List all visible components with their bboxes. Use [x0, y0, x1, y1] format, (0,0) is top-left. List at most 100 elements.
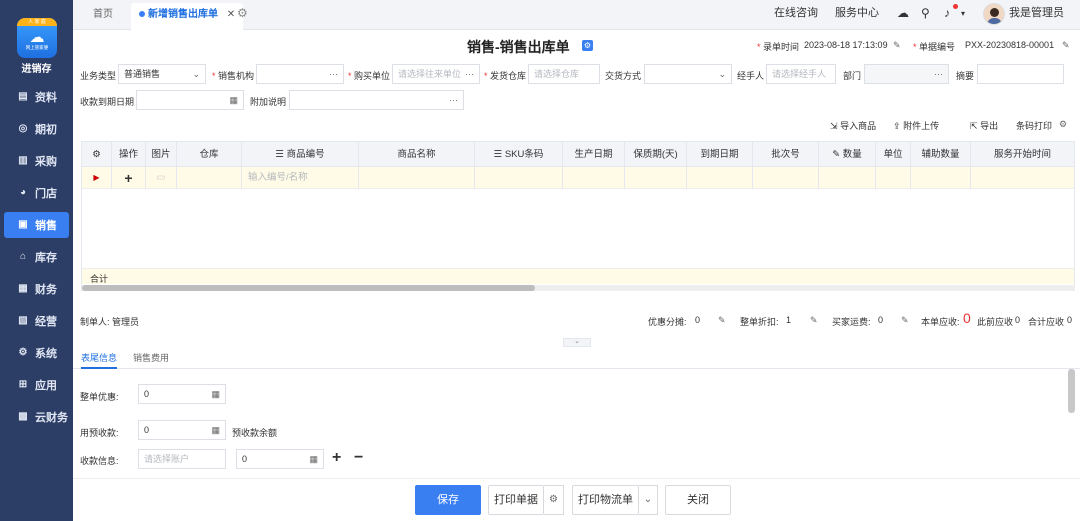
sidebar-item-finance[interactable]: ▦ 财务 [0, 276, 73, 302]
bottom-tabs: 表尾信息 销售费用 [73, 345, 1080, 369]
warehouse-label: * 发货仓库 [484, 71, 527, 81]
sidebar-item-purchase[interactable]: ▥ 采购 [0, 148, 73, 174]
sidebar-item-store[interactable]: ◕ 门店 [0, 180, 73, 206]
sidebar-item-cloud-finance[interactable]: ▩ 云财务 [0, 404, 73, 430]
chevron-down-icon: ⌄ [192, 69, 200, 79]
bell-icon[interactable]: ♪ [944, 4, 958, 20]
biz-type-select[interactable]: 普通销售 ⌄ [118, 64, 206, 84]
plus-square-icon: ⊞ [18, 379, 28, 390]
close-button[interactable]: 关闭 [665, 485, 731, 515]
more-icon: ··· [934, 69, 943, 79]
user-name[interactable]: 我是管理员 [1009, 0, 1064, 30]
tab-settings-icon[interactable]: ⚙ [237, 6, 248, 20]
barcode-print-button[interactable]: 条码打印 [1016, 119, 1052, 132]
chevron-down-icon[interactable]: ⌄ [639, 485, 658, 515]
remove-account-button[interactable]: − [354, 449, 363, 467]
sales-org-input[interactable]: ··· [256, 64, 344, 84]
sidebar-item-system[interactable]: ⚙ 系统 [0, 340, 73, 366]
shelf-life-cell[interactable] [625, 167, 687, 189]
sidebar-item-data[interactable]: ▤ 资料 [0, 84, 73, 110]
search-icon[interactable]: ⚲ [921, 6, 930, 20]
column-settings-icon[interactable]: ⚙ [82, 142, 112, 167]
title-settings-icon[interactable]: ⚙ [582, 40, 593, 51]
account-select[interactable]: 请选择账户 [138, 449, 226, 469]
tab-new-sales-outbound[interactable]: 新增销售出库单 ✕ [131, 3, 244, 30]
due-date-input[interactable]: ▦ [136, 90, 244, 110]
goods-grid: ⚙ 操作 图片 仓库 ☰ 商品编号 商品名称 ☰ SKU条码 生产日期 保质期(… [81, 141, 1075, 291]
cloud-icon: ☁ [29, 28, 45, 46]
sidebar-item-opening[interactable]: ◎ 期初 [0, 116, 73, 142]
sidebar-item-operation[interactable]: ▧ 经营 [0, 308, 73, 334]
print-bill-button[interactable]: 打印单据 [488, 485, 544, 515]
page-title: 销售-销售出库单 [467, 39, 570, 55]
edit-icon[interactable]: ✎ [810, 315, 818, 326]
cloud-download-icon[interactable]: ☁ [897, 6, 909, 20]
prepay-balance-text: 预收款余额 [232, 428, 278, 438]
whole-discount-input[interactable]: 0 ▦ [138, 384, 226, 404]
app-logo[interactable]: 人 家 庭 ☁ 网上管家婆 [17, 18, 57, 58]
table-row[interactable]: ▶ + ▭ 输入编号/名称 [82, 167, 1074, 189]
service-center-link[interactable]: 服务中心 [835, 0, 879, 30]
batch-cell[interactable] [753, 167, 819, 189]
avatar[interactable] [983, 3, 1005, 25]
add-account-button[interactable]: + [332, 449, 341, 467]
document-icon: ▤ [18, 91, 28, 102]
dept-input[interactable]: ··· [864, 64, 949, 84]
prev-receivable-value: 0 [1015, 315, 1021, 325]
service-start-cell[interactable] [971, 167, 1074, 189]
import-icon: ⇲ [830, 121, 838, 131]
sidebar-item-inventory[interactable]: ⌂ 库存 [0, 244, 73, 270]
edit-icon[interactable]: ✎ [1062, 40, 1070, 51]
edit-icon[interactable]: ✎ [718, 315, 726, 326]
print-logistics-button[interactable]: 打印物流单 [572, 485, 639, 515]
image-placeholder-icon: ▭ [146, 167, 177, 189]
column-image: 图片 [146, 142, 177, 167]
save-button[interactable]: 保存 [415, 485, 481, 515]
online-consult-link[interactable]: 在线咨询 [774, 0, 818, 30]
chevron-down-icon: ⌄ [718, 69, 726, 79]
column-sku: ☰ SKU条码 [475, 142, 563, 167]
gear-icon[interactable]: ⚙ [1059, 119, 1067, 130]
chevron-down-icon[interactable]: ▾ [961, 9, 965, 18]
expiry-date-cell[interactable] [687, 167, 753, 189]
unit-cell[interactable] [876, 167, 911, 189]
prepay-input[interactable]: 0 ▦ [138, 420, 226, 440]
note-input[interactable]: ··· [289, 90, 464, 110]
receipt-amount-input[interactable]: 0 ▦ [236, 449, 324, 469]
add-row-button[interactable]: + [112, 167, 146, 189]
vertical-scrollbar[interactable] [1068, 369, 1075, 413]
sku-cell[interactable] [475, 167, 563, 189]
logo-ribbon: 人 家 庭 [17, 18, 57, 26]
edit-icon[interactable]: ✎ [893, 40, 901, 51]
warehouse-cell[interactable] [177, 167, 242, 189]
goods-code-input[interactable]: 输入编号/名称 [242, 167, 359, 189]
buyer-input[interactable]: 请选择往来单位 ··· [392, 64, 480, 84]
grid-header: ⚙ 操作 图片 仓库 ☰ 商品编号 商品名称 ☰ SKU条码 生产日期 保质期(… [82, 142, 1074, 167]
import-goods-button[interactable]: ⇲ 导入商品 [830, 119, 876, 132]
export-button[interactable]: ⇱ 导出 [970, 119, 998, 132]
aux-quantity-cell[interactable] [911, 167, 971, 189]
handler-input[interactable]: 请选择经手人 [766, 64, 836, 84]
tab-sales-expense[interactable]: 销售费用 [133, 351, 169, 364]
column-production-date: 生产日期 [563, 142, 625, 167]
handler-label: 经手人 [737, 71, 765, 81]
production-date-cell[interactable] [563, 167, 625, 189]
trade-select[interactable]: ⌄ [644, 64, 732, 84]
entry-time-value: 2023-08-18 17:13:09 [804, 40, 888, 50]
quantity-cell[interactable] [819, 167, 876, 189]
sidebar-item-apps[interactable]: ⊞ 应用 [0, 372, 73, 398]
whole-discount-label: 整单折扣: [740, 317, 779, 327]
sidebar-item-sales[interactable]: ▣ 销售 [4, 212, 69, 238]
attach-upload-button[interactable]: ⇪ 附件上传 [893, 119, 939, 132]
scrollbar-thumb[interactable] [82, 285, 535, 291]
warehouse-input[interactable]: 请选择仓库 [528, 64, 600, 84]
tab-home[interactable]: 首页 [93, 3, 113, 30]
summary-input[interactable] [977, 64, 1064, 84]
app-name: 进销存 [21, 64, 52, 75]
horizontal-scrollbar[interactable] [82, 285, 1075, 291]
close-tab-icon[interactable]: ✕ [227, 9, 235, 20]
tab-footer-info[interactable]: 表尾信息 [81, 351, 118, 369]
print-settings-icon[interactable]: ⚙ [544, 485, 564, 515]
goods-name-cell[interactable] [359, 167, 475, 189]
edit-icon[interactable]: ✎ [901, 315, 909, 326]
